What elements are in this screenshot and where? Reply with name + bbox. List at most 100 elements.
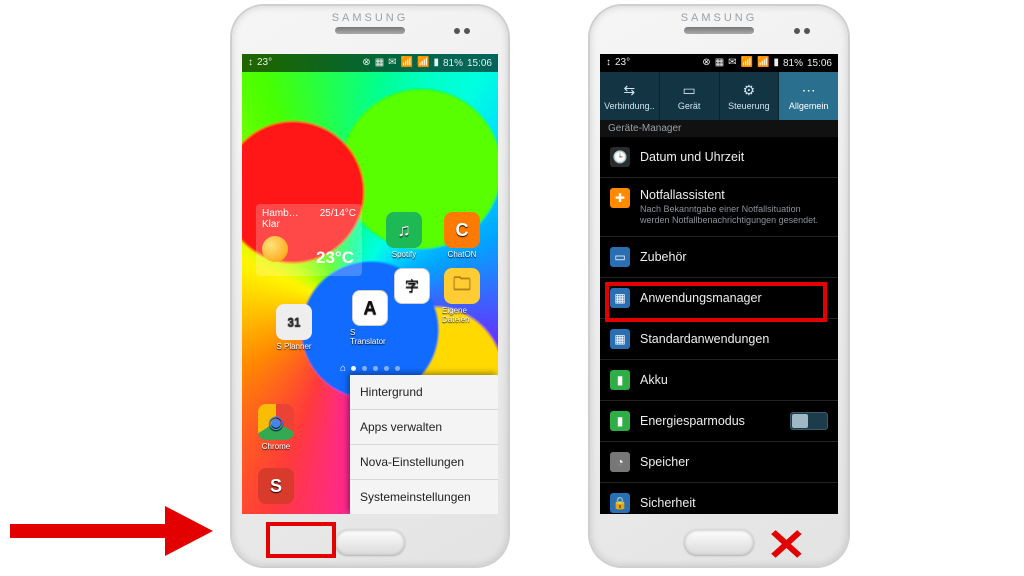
wifi-icon: 📶 xyxy=(741,58,753,68)
earpiece xyxy=(684,27,754,34)
wifi-icon: 📶 xyxy=(401,58,413,68)
signal-icon: 📶 xyxy=(417,58,429,68)
ctx-item-nova-settings[interactable]: Nova-Einstellungen xyxy=(350,444,498,479)
tab-connections[interactable]: ⇆ Verbindung.. xyxy=(600,72,660,120)
clock-icon: 🕒 xyxy=(610,147,630,167)
powersave-icon: ▮ xyxy=(610,411,630,431)
translator-icon: 字 xyxy=(394,268,430,304)
home-dot-icon: ⌂ xyxy=(340,366,345,371)
ctx-item-manage-apps[interactable]: Apps verwalten xyxy=(350,409,498,444)
ctx-item-system-settings[interactable]: Systemeinstellungen xyxy=(350,479,498,514)
tab-label: Gerät xyxy=(678,101,701,111)
app-label: ChatON xyxy=(448,250,477,259)
more-icon: ⋯ xyxy=(802,82,816,99)
row-label: Energiesparmodus xyxy=(640,414,745,428)
storage-icon: ◔ xyxy=(610,452,630,472)
lock-icon: 🔒 xyxy=(610,493,630,513)
mail-icon: ✉ xyxy=(388,58,396,68)
app-label: S Planner xyxy=(276,342,311,351)
row-label: Akku xyxy=(640,373,668,387)
settings-tabs: ⇆ Verbindung.. ▭ Gerät ⚙ Steuerung ⋯ All… xyxy=(600,72,838,120)
app-label: S Translator xyxy=(350,328,390,346)
chrome-icon: ◉ xyxy=(258,404,294,440)
row-security[interactable]: 🔒 Sicherheit xyxy=(600,483,838,514)
row-datetime[interactable]: 🕒 Datum und Uhrzeit xyxy=(600,137,838,178)
weather-temp: 23°C xyxy=(316,248,354,268)
tab-label: Steuerung xyxy=(728,101,770,111)
powersave-toggle[interactable] xyxy=(790,412,828,430)
tab-general[interactable]: ⋯ Allgemein xyxy=(779,72,838,120)
home-button[interactable] xyxy=(684,530,754,556)
annotation-x-icon: ✕ xyxy=(766,520,807,571)
bezel-top xyxy=(590,6,848,54)
app-label: Chrome xyxy=(262,442,290,451)
temp-indicator: 23° xyxy=(615,58,630,68)
home-button[interactable] xyxy=(335,530,405,556)
usb-icon: ↕ xyxy=(248,58,253,68)
page-indicator[interactable]: ⌂ xyxy=(242,366,498,371)
row-label: Datum und Uhrzeit xyxy=(640,150,744,164)
row-accessory[interactable]: ▭ Zubehör xyxy=(600,237,838,278)
accessory-icon: ▭ xyxy=(610,247,630,267)
annotation-arrow xyxy=(10,504,220,554)
folder-icon: 🗀 xyxy=(444,268,480,304)
ctx-item-wallpaper[interactable]: Hintergrund xyxy=(350,375,498,409)
emergency-icon: ✚ xyxy=(610,188,630,208)
tab-controls[interactable]: ⚙ Steuerung xyxy=(720,72,780,120)
connections-icon: ⇆ xyxy=(624,82,636,99)
battery-row-icon: ▮ xyxy=(610,370,630,390)
device-icon: ▭ xyxy=(683,82,696,99)
row-powersave[interactable]: ▮ Energiesparmodus xyxy=(600,401,838,442)
s-app-icon: S xyxy=(258,468,294,504)
weather-cond: Klar xyxy=(262,219,356,230)
battery-icon: ▮ xyxy=(433,58,439,68)
calendar-icon: 31 xyxy=(276,304,312,340)
weather-city: Hamb… xyxy=(262,208,299,219)
row-battery[interactable]: ▮ Akku xyxy=(600,360,838,401)
phone-right: SAMSUNG ↕ 23° ⊗ ▦ ✉ 📶 📶 ▮ 81% 15:06 ⇆ xyxy=(590,6,848,566)
earpiece xyxy=(335,27,405,34)
app-chrome[interactable]: ◉ Chrome xyxy=(256,404,296,451)
battery-icon: ▮ xyxy=(773,58,779,68)
context-menu: Hintergrund Apps verwalten Nova-Einstell… xyxy=(350,375,498,514)
row-defaultapps[interactable]: ▦ Standardanwendungen xyxy=(600,319,838,360)
app-splanner[interactable]: 31 S Planner xyxy=(274,304,314,351)
app-label: Spotify xyxy=(392,250,416,259)
apps-icon: ▦ xyxy=(610,288,630,308)
app-chaton[interactable]: C ChatON xyxy=(442,212,482,259)
signal-icon: 📶 xyxy=(757,58,769,68)
controls-icon: ⚙ xyxy=(743,82,756,99)
weather-hilo: 25/14°C xyxy=(320,208,356,219)
bezel-top xyxy=(232,6,508,54)
row-storage[interactable]: ◔ Speicher xyxy=(600,442,838,483)
chaton-icon: C xyxy=(444,212,480,248)
app-translator[interactable]: A S Translator xyxy=(350,290,390,346)
tab-label: Verbindung.. xyxy=(604,101,655,111)
default-apps-icon: ▦ xyxy=(610,329,630,349)
app-s[interactable]: S xyxy=(256,468,296,504)
status-bar: ↕ 23° ⊗ ▦ ✉ 📶 📶 ▮ 81% 15:06 xyxy=(600,54,838,72)
app-translator2[interactable]: 字 xyxy=(392,268,432,304)
weather-widget[interactable]: Hamb… 25/14°C Klar 23°C xyxy=(256,204,362,276)
nfc-icon: ▦ xyxy=(375,58,384,68)
tab-device[interactable]: ▭ Gerät xyxy=(660,72,720,120)
row-label: Zubehör xyxy=(640,250,687,264)
screen-left: ↕ 23° ⊗ ▦ ✉ 📶 📶 ▮ 81% 15:06 Hamb… 25/14°… xyxy=(242,54,498,514)
usb-icon: ↕ xyxy=(606,58,611,68)
row-emergency[interactable]: ✚ Notfallassistent Nach Bekanntgabe eine… xyxy=(600,178,838,237)
battery-pct: 81% xyxy=(443,58,463,69)
row-sublabel: Nach Bekanntgabe einer Notfallsituation … xyxy=(640,204,828,226)
row-label: Sicherheit xyxy=(640,496,696,510)
app-spotify[interactable]: ♫ Spotify xyxy=(384,212,424,259)
spotify-icon: ♫ xyxy=(386,212,422,248)
tab-label: Allgemein xyxy=(789,101,829,111)
mute-icon: ⊗ xyxy=(702,58,710,68)
mail-icon: ✉ xyxy=(728,58,736,68)
row-label: Anwendungsmanager xyxy=(640,291,762,305)
clock: 15:06 xyxy=(467,58,492,69)
row-appmanager[interactable]: ▦ Anwendungsmanager xyxy=(600,278,838,319)
sensor-dots xyxy=(454,28,470,34)
app-files[interactable]: 🗀 Eigene Dateien xyxy=(442,268,482,324)
temp-indicator: 23° xyxy=(257,58,272,68)
phone-left: SAMSUNG ↕ 23° ⊗ ▦ ✉ 📶 📶 ▮ 81% 15:06 xyxy=(232,6,508,566)
